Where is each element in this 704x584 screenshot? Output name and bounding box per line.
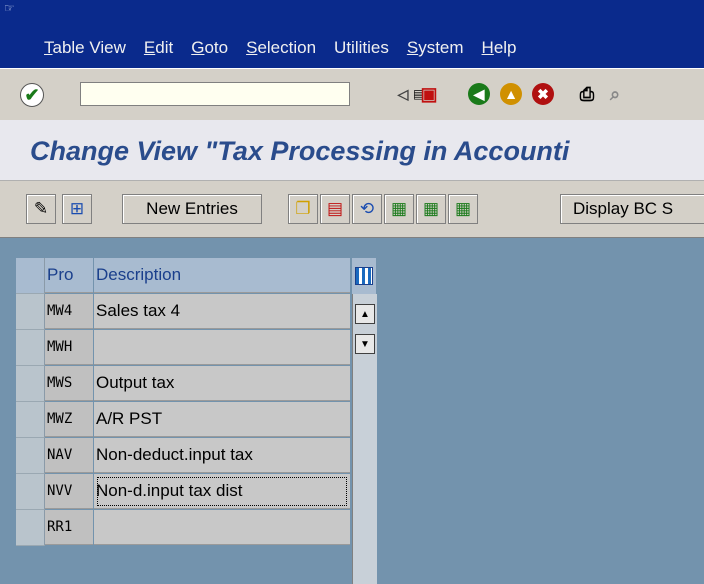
row-selector[interactable] — [16, 510, 45, 546]
select-block-icon[interactable]: ▦ — [416, 194, 446, 224]
row-code: MW4 — [45, 294, 93, 329]
menu-bar: ☞ Table View Edit Goto Selection Utiliti… — [0, 0, 704, 68]
display-change-icon[interactable]: ✎ — [26, 194, 56, 224]
row-code: MWH — [45, 330, 93, 365]
vertical-scrollbar[interactable]: ▲ ▼ — [352, 294, 377, 584]
menu-edit[interactable]: Edit — [144, 38, 173, 58]
back-icon[interactable]: ◁ — [392, 83, 414, 105]
scroll-up-icon[interactable]: ▲ — [355, 304, 375, 324]
row-description[interactable] — [94, 510, 350, 545]
row-selector[interactable] — [16, 438, 45, 474]
enter-icon[interactable]: ✔ — [20, 83, 44, 107]
row-code: NVV — [45, 474, 93, 509]
menu-system[interactable]: System — [407, 38, 464, 58]
column-header-code[interactable]: Pro — [45, 258, 93, 293]
row-description[interactable]: Output tax — [94, 366, 350, 401]
print-icon[interactable]: ⎙ — [576, 83, 598, 105]
cancel-icon[interactable]: ✖ — [532, 83, 554, 105]
row-description[interactable]: Sales tax 4 — [94, 294, 350, 329]
row-selector[interactable] — [16, 330, 45, 366]
undo-change-icon[interactable]: ⟲ — [352, 194, 382, 224]
exit-icon[interactable]: ▲ — [500, 83, 522, 105]
row-selector[interactable] — [16, 294, 45, 330]
select-all-cell[interactable] — [16, 258, 45, 294]
menu-table-view[interactable]: Table View — [44, 38, 126, 58]
row-description[interactable]: A/R PST — [94, 402, 350, 437]
system-menu-icon[interactable]: ☞ — [4, 2, 18, 14]
scroll-down-icon[interactable]: ▼ — [355, 334, 375, 354]
page-title: Change View "Tax Processing in Accounti — [30, 136, 570, 166]
row-code: RR1 — [45, 510, 93, 545]
details-icon[interactable]: ⊞ — [62, 194, 92, 224]
application-toolbar: ✎ ⊞ New Entries ❐ ▤ ⟲ ▦ ▦ ▦ Display BC S — [0, 180, 704, 238]
new-entries-button[interactable]: New Entries — [122, 194, 262, 224]
row-selector[interactable] — [16, 474, 45, 510]
find-icon[interactable]: ⌕ — [604, 83, 626, 105]
menu-goto[interactable]: Goto — [191, 38, 228, 58]
row-selector[interactable] — [16, 366, 45, 402]
copy-as-icon[interactable]: ❐ — [288, 194, 318, 224]
standard-toolbar: ✔ ▤ ◁ ▣ ◀ ▲ ✖ ⎙ ⌕ — [0, 68, 704, 121]
row-code: MWS — [45, 366, 93, 401]
deselect-all-icon[interactable]: ▦ — [448, 194, 478, 224]
menu-utilities[interactable]: Utilities — [334, 38, 389, 58]
row-description[interactable] — [94, 330, 350, 365]
save-icon[interactable]: ▣ — [418, 83, 440, 105]
table-settings-icon[interactable] — [352, 258, 376, 294]
row-description[interactable]: Non-d.input tax dist — [94, 474, 350, 509]
row-description[interactable]: Non-deduct.input tax — [94, 438, 350, 473]
display-bc-sets-button[interactable]: Display BC S — [560, 194, 704, 224]
select-all-icon[interactable]: ▦ — [384, 194, 414, 224]
menu-selection[interactable]: Selection — [246, 38, 316, 58]
row-code: MWZ — [45, 402, 93, 437]
row-selector[interactable] — [16, 402, 45, 438]
back-arrow-icon[interactable]: ◀ — [468, 83, 490, 105]
menu-items: Table View Edit Goto Selection Utilities… — [44, 38, 535, 58]
column-header-description[interactable]: Description — [94, 258, 350, 293]
menu-help[interactable]: Help — [482, 38, 517, 58]
title-bar: Change View "Tax Processing in Accounti — [0, 120, 704, 180]
row-code: NAV — [45, 438, 93, 473]
command-field[interactable]: ▤ — [80, 82, 424, 106]
delete-icon[interactable]: ▤ — [320, 194, 350, 224]
